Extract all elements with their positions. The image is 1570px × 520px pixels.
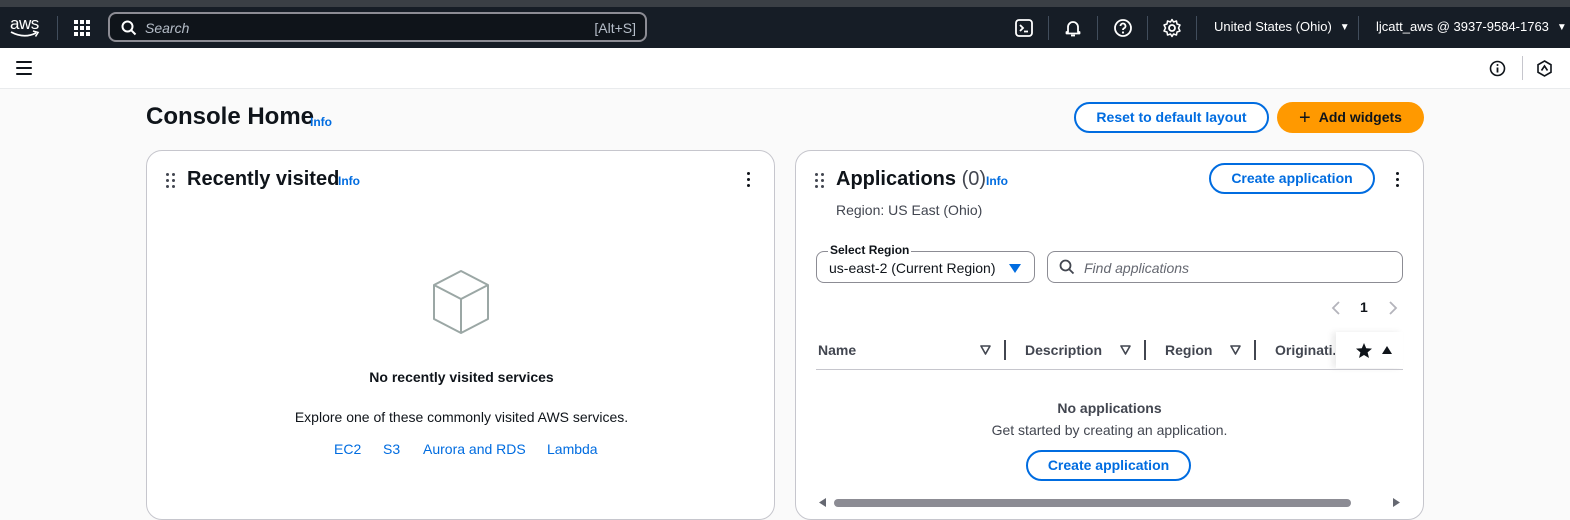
chevron-right-icon[interactable] — [1388, 301, 1398, 315]
menu-icon[interactable] — [16, 61, 32, 75]
find-applications-placeholder: Find applications — [1084, 260, 1190, 276]
sticky-column-header — [1336, 332, 1403, 368]
select-region-label: Select Region — [828, 243, 912, 257]
search-icon — [1059, 259, 1075, 275]
search-shortcut: [Alt+S] — [594, 20, 636, 36]
sort-icon[interactable] — [1230, 345, 1241, 355]
nav-divider — [1147, 16, 1148, 40]
caret-down-icon: ▼ — [1556, 22, 1567, 33]
sort-icon[interactable] — [980, 345, 991, 355]
caret-down-icon — [1009, 264, 1021, 273]
empty-box-icon — [433, 270, 489, 334]
help-icon[interactable] — [1113, 18, 1133, 38]
aws-smile-icon — [10, 30, 40, 37]
tools-panel-icon[interactable] — [1536, 60, 1553, 77]
page-info-link[interactable]: Info — [310, 115, 332, 129]
settings-gear-icon[interactable] — [1162, 18, 1182, 38]
scroll-right-icon[interactable] — [1391, 498, 1401, 507]
scroll-left-icon[interactable] — [818, 498, 828, 507]
chevron-left-icon[interactable] — [1331, 301, 1341, 315]
empty-create-application-button[interactable]: Create application — [1026, 450, 1191, 481]
secondary-toolbar — [0, 48, 1570, 89]
widget-actions-icon[interactable] — [1396, 172, 1400, 188]
account-menu[interactable]: ljcatt_aws @ 3937-9584-1763 ▼ — [1376, 19, 1567, 34]
applications-region-text: Region: US East (Ohio) — [836, 202, 983, 218]
star-icon[interactable] — [1355, 342, 1373, 359]
toolbar-divider — [1522, 56, 1523, 80]
recently-visited-empty-text: Explore one of these commonly visited AW… — [294, 409, 629, 425]
add-widgets-button[interactable]: + Add widgets — [1277, 102, 1424, 133]
nav-divider — [57, 16, 58, 40]
drag-handle-icon[interactable] — [815, 173, 825, 189]
column-resizer[interactable] — [1004, 340, 1006, 360]
cloudshell-icon[interactable] — [1014, 18, 1034, 38]
search-input[interactable]: Search [Alt+S] — [108, 12, 647, 42]
browser-top-strip — [0, 0, 1570, 7]
page-title: Console Home — [146, 103, 315, 130]
recently-visited-info-link[interactable]: Info — [338, 174, 360, 188]
applications-title: Applications — [836, 168, 957, 190]
recently-visited-title: Recently visited — [187, 168, 340, 190]
applications-count: (0) — [961, 168, 987, 190]
nav-divider — [1358, 16, 1359, 40]
top-navigation: aws Search [Alt+S] United States (Ohio) … — [0, 7, 1570, 48]
services-grid-icon[interactable] — [73, 19, 91, 37]
column-header-description[interactable]: Description — [1025, 342, 1102, 358]
service-link-aurora-rds[interactable]: Aurora and RDS — [423, 441, 526, 457]
service-link-s3[interactable]: S3 — [383, 441, 400, 457]
nav-divider — [1196, 16, 1197, 40]
service-link-lambda[interactable]: Lambda — [547, 441, 598, 457]
applications-empty-text: Get started by creating an application. — [991, 422, 1228, 438]
nav-divider — [1048, 16, 1049, 40]
region-selector[interactable]: United States (Ohio) ▼ — [1214, 19, 1350, 34]
nav-divider — [1097, 16, 1098, 40]
column-header-name[interactable]: Name — [818, 342, 856, 358]
reset-layout-button[interactable]: Reset to default layout — [1074, 102, 1269, 133]
create-application-button[interactable]: Create application — [1209, 163, 1375, 194]
applications-title-wrap: Applications (0) — [836, 168, 986, 191]
search-placeholder: Search — [145, 20, 190, 36]
service-link-ec2[interactable]: EC2 — [334, 441, 361, 457]
drag-handle-icon[interactable] — [166, 173, 176, 189]
column-header-region[interactable]: Region — [1165, 342, 1212, 358]
info-panel-icon[interactable] — [1489, 60, 1506, 77]
recently-visited-widget: Recently visited Info No recently visite… — [146, 150, 775, 520]
account-label: ljcatt_aws @ 3937-9584-1763 — [1376, 19, 1549, 34]
notifications-bell-icon[interactable] — [1063, 18, 1083, 38]
column-resizer[interactable] — [1144, 340, 1146, 360]
region-label: United States (Ohio) — [1214, 19, 1332, 34]
widget-actions-icon[interactable] — [747, 172, 751, 188]
horizontal-scrollbar[interactable] — [834, 499, 1351, 507]
applications-empty-title: No applications — [1057, 400, 1162, 416]
find-applications-input[interactable]: Find applications — [1047, 251, 1403, 283]
add-widgets-label: Add widgets — [1318, 109, 1402, 125]
applications-info-link[interactable]: Info — [986, 174, 1008, 188]
page-number[interactable]: 1 — [1360, 299, 1368, 315]
plus-icon: + — [1299, 107, 1311, 129]
region-select-value: us-east-2 (Current Region) — [829, 260, 996, 276]
column-header-origination[interactable]: Originati... — [1275, 342, 1335, 358]
aws-logo[interactable]: aws — [10, 14, 44, 42]
table-header-divider — [816, 369, 1403, 370]
sort-icon[interactable] — [1120, 345, 1131, 355]
sort-ascending-icon[interactable] — [1381, 345, 1393, 355]
recently-visited-empty-title: No recently visited services — [369, 369, 554, 385]
caret-down-icon: ▼ — [1339, 22, 1350, 33]
column-resizer[interactable] — [1254, 340, 1256, 360]
search-icon — [121, 20, 137, 36]
